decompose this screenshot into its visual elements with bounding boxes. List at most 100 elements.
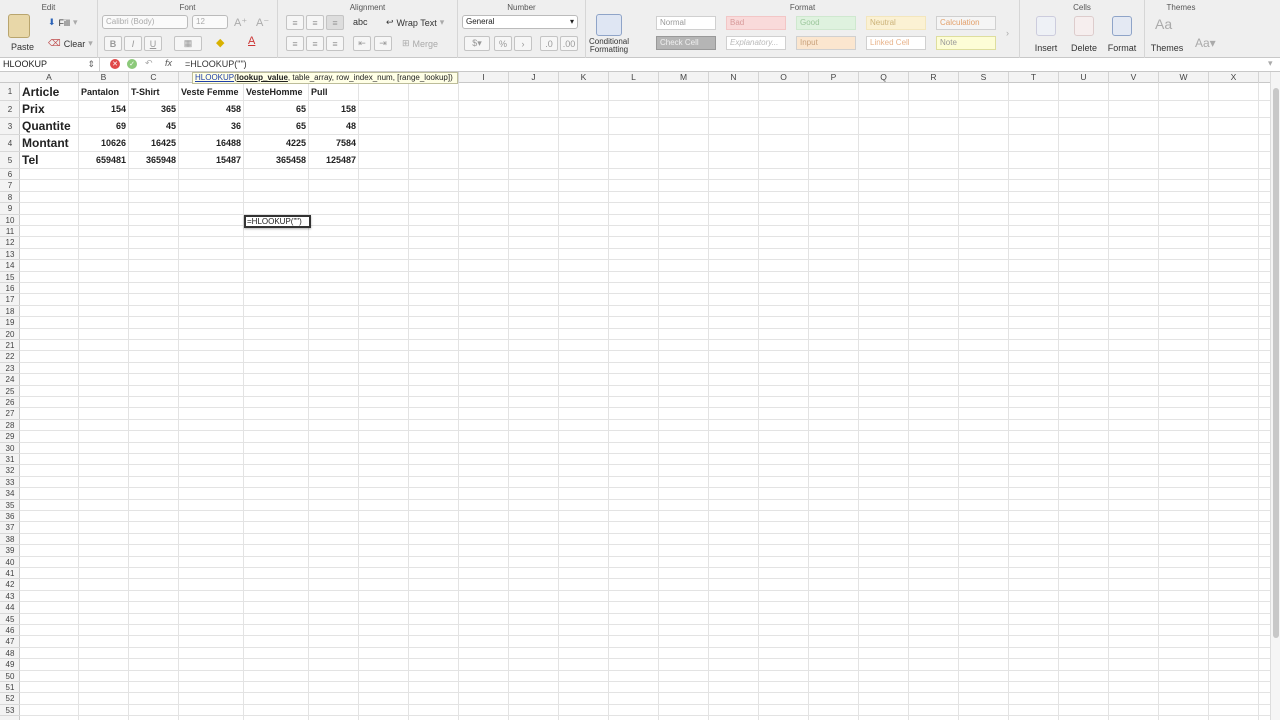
- paste-button[interactable]: Paste: [11, 42, 34, 52]
- data-cell[interactable]: 158: [309, 101, 359, 118]
- theme-fonts-icon[interactable]: Aa▾: [1195, 36, 1216, 50]
- insert-icon[interactable]: [1036, 16, 1056, 36]
- align-top-icon[interactable]: ≡: [286, 15, 304, 30]
- data-cell[interactable]: 154: [79, 101, 129, 118]
- row-header[interactable]: 29: [0, 431, 20, 443]
- row-header[interactable]: 24: [0, 374, 20, 386]
- themes-icon[interactable]: Aa: [1155, 16, 1172, 32]
- borders-icon[interactable]: ▦: [174, 36, 202, 51]
- data-cell[interactable]: 15487: [179, 152, 244, 169]
- align-center-icon[interactable]: ≡: [306, 36, 324, 51]
- data-cell[interactable]: 4225: [244, 135, 309, 152]
- column-header[interactable]: W: [1159, 72, 1209, 83]
- row-header[interactable]: 45: [0, 614, 20, 625]
- row-header[interactable]: 11: [0, 226, 20, 238]
- column-header[interactable]: B: [79, 72, 129, 83]
- column-header[interactable]: P: [809, 72, 859, 83]
- row-header[interactable]: 22: [0, 351, 20, 363]
- data-cell[interactable]: 65: [244, 118, 309, 135]
- decrease-indent-icon[interactable]: ⇤: [353, 36, 371, 51]
- row-header[interactable]: 6: [0, 169, 20, 181]
- row-header[interactable]: 1: [0, 83, 20, 101]
- underline-button[interactable]: U: [144, 36, 162, 51]
- data-cell[interactable]: 7584: [309, 135, 359, 152]
- column-header[interactable]: U: [1059, 72, 1109, 83]
- header-cell[interactable]: T-Shirt: [129, 83, 179, 101]
- row-header[interactable]: 28: [0, 420, 20, 432]
- row-header[interactable]: 40: [0, 557, 20, 568]
- row-header[interactable]: 13: [0, 249, 20, 261]
- wrap-text-button[interactable]: ↩ Wrap Text ▾: [386, 17, 444, 28]
- row-header[interactable]: 17: [0, 294, 20, 306]
- header-cell[interactable]: Pull: [309, 83, 359, 101]
- row-header[interactable]: 8: [0, 192, 20, 204]
- row-label-cell[interactable]: Montant: [20, 135, 79, 152]
- column-header[interactable]: T: [1009, 72, 1059, 83]
- shrink-font-icon[interactable]: A⁻: [256, 16, 269, 29]
- row-header[interactable]: 48: [0, 648, 20, 660]
- row-header[interactable]: 49: [0, 659, 20, 671]
- column-header[interactable]: L: [609, 72, 659, 83]
- data-cell[interactable]: 36: [179, 118, 244, 135]
- data-cell[interactable]: 365948: [129, 152, 179, 169]
- style-bad[interactable]: Bad: [726, 16, 786, 30]
- row-header[interactable]: 46: [0, 625, 20, 637]
- row-header[interactable]: 20: [0, 329, 20, 340]
- row-header[interactable]: 51: [0, 682, 20, 694]
- paste-icon[interactable]: [8, 14, 30, 38]
- row-header[interactable]: 12: [0, 237, 20, 249]
- style-check-cell[interactable]: Check Cell: [656, 36, 716, 50]
- data-cell[interactable]: 659481: [79, 152, 129, 169]
- row-header[interactable]: 37: [0, 522, 20, 534]
- number-format-select[interactable]: General ▾: [462, 15, 578, 29]
- row-header[interactable]: 3: [0, 118, 20, 135]
- scrollbar-thumb[interactable]: [1273, 88, 1279, 638]
- row-header[interactable]: 33: [0, 477, 20, 489]
- increase-indent-icon[interactable]: ⇥: [374, 36, 392, 51]
- row-header[interactable]: 26: [0, 397, 20, 409]
- row-header[interactable]: 34: [0, 488, 20, 500]
- row-header[interactable]: 15: [0, 272, 20, 283]
- column-header[interactable]: N: [709, 72, 759, 83]
- italic-button[interactable]: I: [124, 36, 142, 51]
- row-header[interactable]: 53: [0, 705, 20, 717]
- header-cell[interactable]: VesteHomme: [244, 83, 309, 101]
- data-cell[interactable]: 125487: [309, 152, 359, 169]
- style-neutral[interactable]: Neutral: [866, 16, 926, 30]
- align-bottom-icon[interactable]: ≡: [326, 15, 344, 30]
- worksheet-grid[interactable]: Article Pantalon T-Shirt Veste Femme VesteHo…: [20, 83, 1270, 720]
- tooltip-function-name[interactable]: HLOOKUP: [195, 73, 234, 82]
- currency-icon[interactable]: $▾: [464, 36, 490, 51]
- row-header[interactable]: 9: [0, 203, 20, 215]
- row-header[interactable]: 10: [0, 215, 20, 226]
- style-input[interactable]: Input: [796, 36, 856, 50]
- orientation-button[interactable]: abc: [353, 17, 368, 27]
- style-explanatory[interactable]: Explanatory...: [726, 36, 786, 50]
- themes-button[interactable]: Themes: [1145, 43, 1189, 53]
- column-header[interactable]: A: [20, 72, 79, 83]
- row-header[interactable]: 16: [0, 283, 20, 295]
- row-header[interactable]: 52: [0, 693, 20, 705]
- merge-button[interactable]: ⊞ Merge: [402, 38, 438, 49]
- row-header[interactable]: 19: [0, 317, 20, 329]
- header-cell[interactable]: Pantalon: [79, 83, 129, 101]
- row-header[interactable]: 7: [0, 180, 20, 192]
- row-header[interactable]: 18: [0, 306, 20, 318]
- row-header[interactable]: 35: [0, 500, 20, 511]
- row-header[interactable]: 25: [0, 386, 20, 397]
- column-header[interactable]: R: [909, 72, 959, 83]
- data-cell[interactable]: 365: [129, 101, 179, 118]
- row-label-cell[interactable]: Quantite: [20, 118, 79, 135]
- data-cell[interactable]: 48: [309, 118, 359, 135]
- data-cell[interactable]: 365458: [244, 152, 309, 169]
- row-header[interactable]: 2: [0, 101, 20, 118]
- fill-button[interactable]: ⬇ Fill ▾: [48, 17, 78, 28]
- cancel-icon[interactable]: ✕: [110, 59, 120, 69]
- confirm-icon[interactable]: ✓: [127, 59, 137, 69]
- data-cell[interactable]: 16425: [129, 135, 179, 152]
- delete-icon[interactable]: [1074, 16, 1094, 36]
- format-cells-icon[interactable]: [1112, 16, 1132, 36]
- fx-icon[interactable]: fx: [165, 58, 172, 68]
- bold-button[interactable]: B: [104, 36, 122, 51]
- grow-font-icon[interactable]: A⁺: [234, 16, 247, 29]
